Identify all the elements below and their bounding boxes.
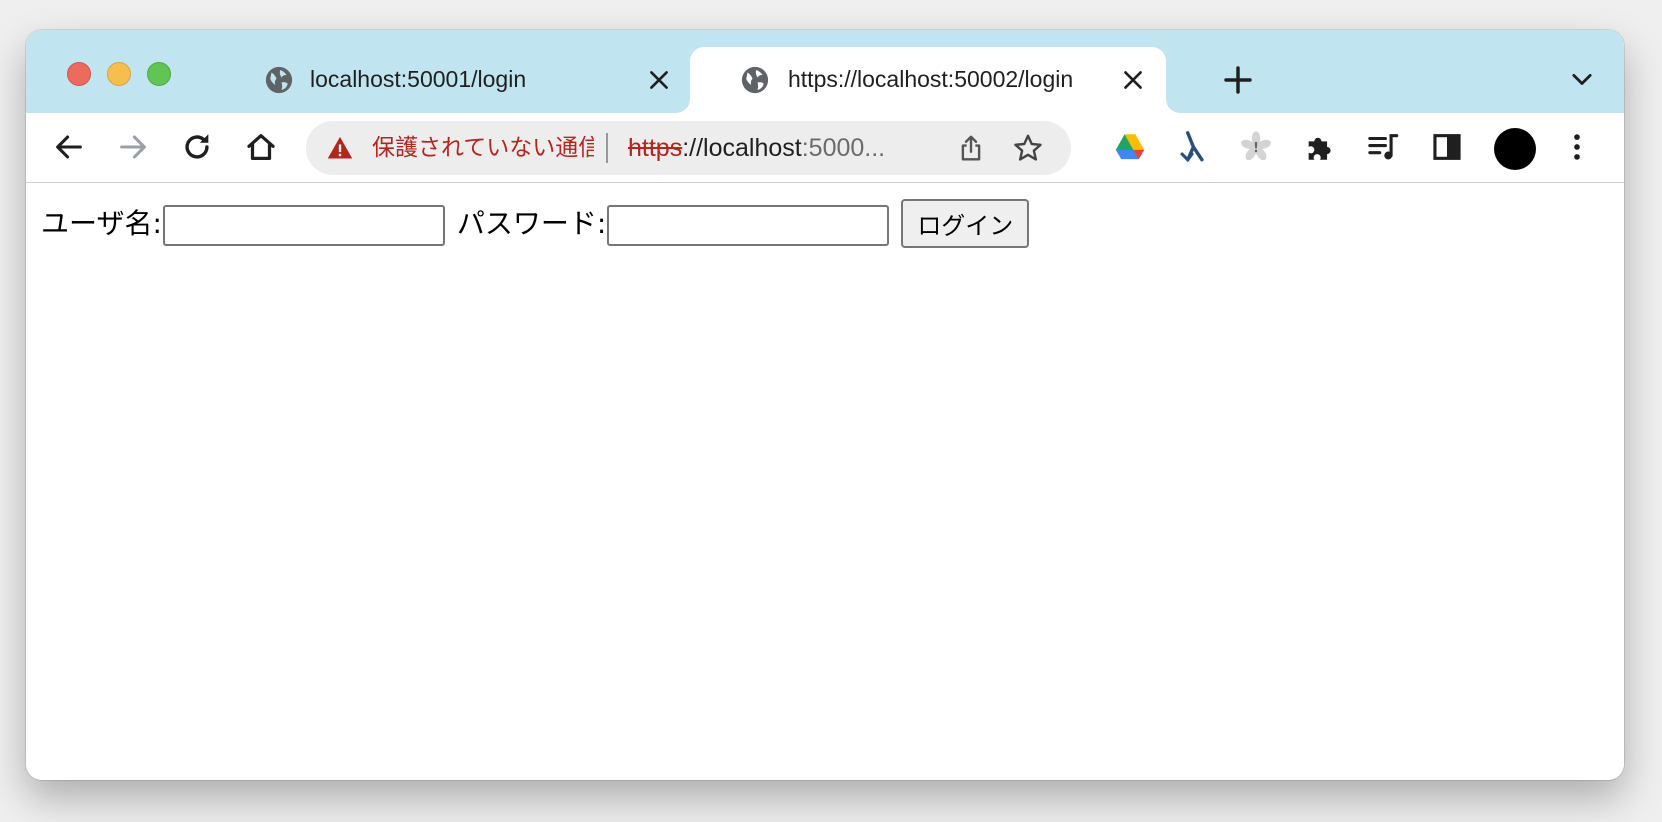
home-icon[interactable] (244, 130, 278, 164)
share-icon[interactable] (956, 133, 986, 163)
username-input[interactable] (162, 205, 445, 246)
avatar[interactable] (1494, 128, 1536, 170)
google-drive-icon[interactable] (1113, 130, 1147, 164)
minimize-window-button[interactable] (107, 62, 131, 86)
tab-localhost-50001[interactable]: localhost:50001/login (212, 47, 716, 113)
url-port: :5000... (801, 134, 886, 162)
tab-title: localhost:50001/login (310, 66, 527, 92)
side-panel-icon[interactable] (1430, 130, 1464, 164)
back-arrow-icon[interactable] (52, 130, 86, 164)
globe-icon (265, 66, 293, 94)
not-secure-label[interactable]: 保護されていない通信 (372, 131, 594, 165)
close-icon[interactable] (646, 67, 672, 93)
address-bar[interactable]: 保護されていない通信 https://localhost:5000... (306, 121, 1071, 175)
url-text[interactable]: https://localhost:5000... (628, 131, 938, 165)
close-icon[interactable] (1120, 67, 1146, 93)
tab-title: https://localhost:50002/login (788, 66, 1074, 92)
kebab-menu-icon[interactable] (1560, 130, 1594, 164)
bookmark-star-icon[interactable] (1012, 132, 1044, 164)
chevron-down-icon[interactable] (1568, 66, 1596, 94)
close-window-button[interactable] (67, 62, 91, 86)
sakura-icon[interactable] (1239, 130, 1273, 164)
forward-arrow-icon[interactable] (116, 130, 150, 164)
reading-list-icon[interactable] (1367, 130, 1401, 164)
page-content: ユーザ名: パスワード: ログイン (26, 184, 1624, 780)
omnibox-divider (606, 133, 608, 163)
browser-window: localhost:50001/login https://localhost:… (26, 30, 1624, 780)
branch-arrows-icon[interactable] (1175, 130, 1209, 164)
url-scheme: https (628, 134, 683, 162)
login-form: ユーザ名: パスワード: ログイン (41, 199, 1030, 248)
warning-triangle-icon[interactable] (326, 134, 354, 162)
password-input[interactable] (607, 205, 890, 246)
url-host: ://localhost (682, 134, 802, 162)
zoom-window-button[interactable] (147, 62, 171, 86)
login-button[interactable]: ログイン (901, 199, 1030, 248)
puzzle-extensions-icon[interactable] (1303, 130, 1337, 164)
password-label: パスワード: (456, 206, 607, 240)
new-tab-plus-icon[interactable] (1222, 64, 1254, 96)
username-label: ユーザ名: (41, 206, 162, 240)
tab-strip: localhost:50001/login https://localhost:… (26, 30, 1624, 113)
tab-localhost-50002[interactable]: https://localhost:50002/login (690, 47, 1166, 113)
toolbar: 保護されていない通信 https://localhost:5000... (26, 113, 1624, 183)
reload-icon[interactable] (180, 130, 214, 164)
globe-icon (741, 66, 769, 94)
